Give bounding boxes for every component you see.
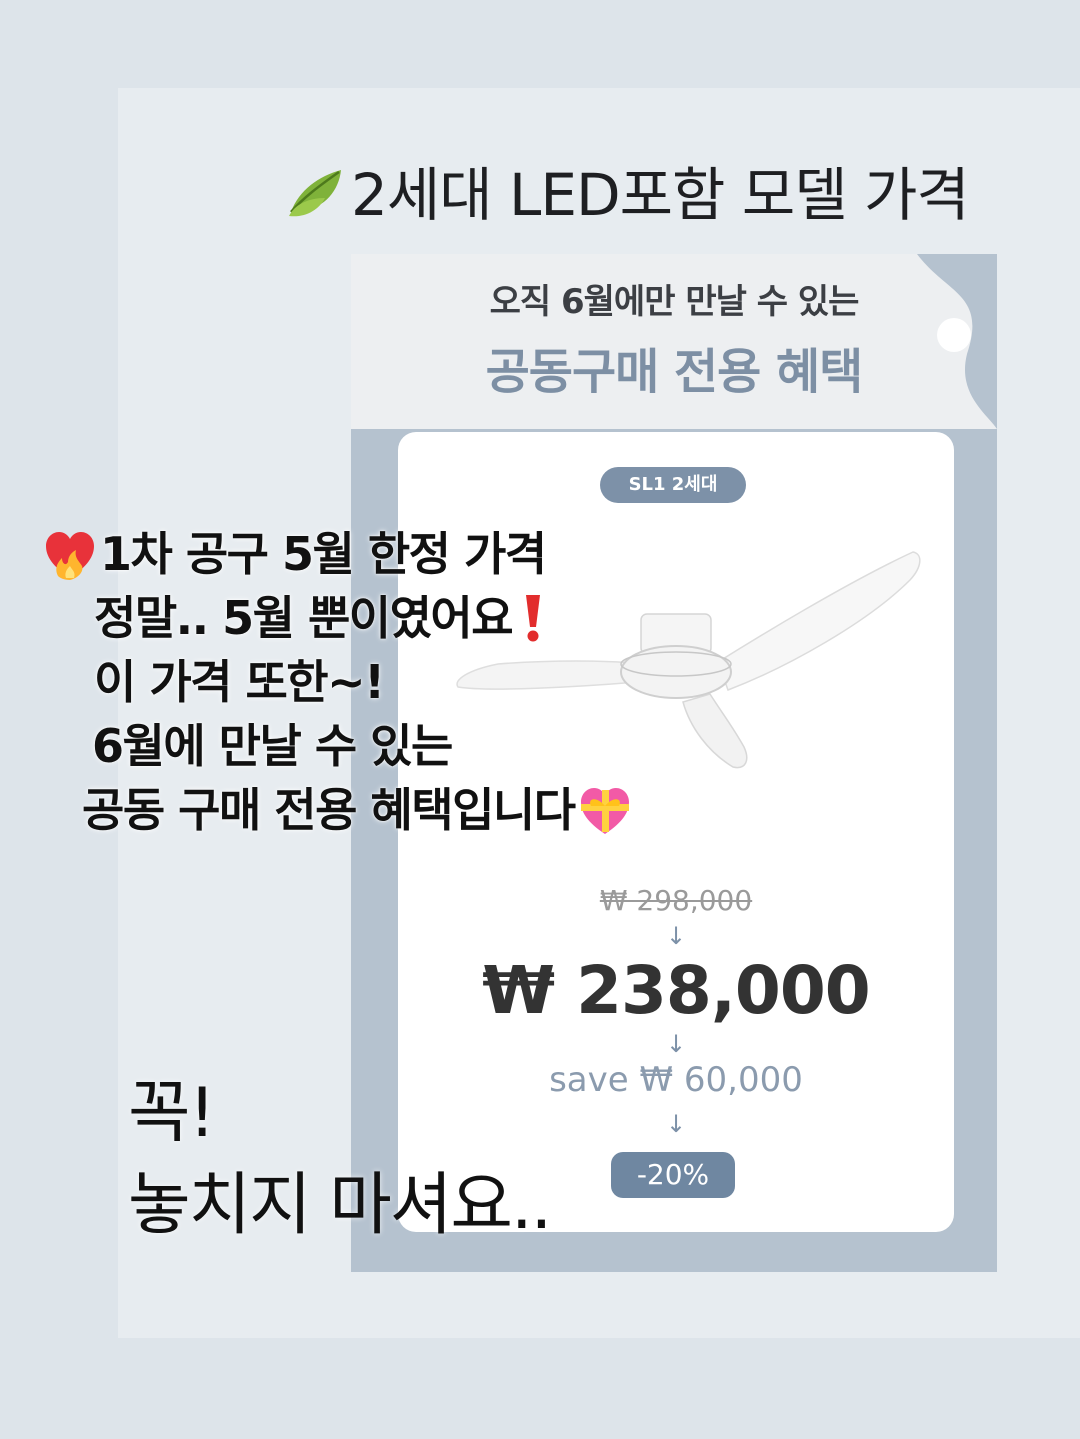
- down-arrow-icon: ↓: [665, 922, 687, 950]
- model-badge: SL1 2세대: [600, 467, 746, 503]
- page-title: 2세대 LED포함 모델 가격: [351, 161, 970, 229]
- closing-line-2: 놓치지 마셔요..: [128, 1166, 552, 1245]
- overlay-line-4: 6월에 만날 수 있는: [42, 714, 635, 778]
- overlay-text: 공동 구매 전용 혜택입니다: [82, 783, 576, 837]
- page-header: 2세대 LED포함 모델 가격: [285, 150, 970, 230]
- overlay-text: 정말.. 5월 뿐이였어요: [94, 591, 514, 645]
- overlay-text: 이 가격 또한~!: [94, 655, 385, 709]
- closing-line-1: 꼭!: [128, 1074, 216, 1153]
- overlay-line-1: 1차 공구 5월 한정 가격: [42, 522, 635, 586]
- leaf-icon: [289, 170, 341, 217]
- overlay-message: 1차 공구 5월 한정 가격 정말.. 5월 뿐이였어요 이 가격 또한~! 6…: [42, 522, 635, 842]
- overlay-line-3: 이 가격 또한~!: [42, 650, 635, 714]
- overlay-text: 6월에 만날 수 있는: [92, 719, 453, 773]
- promo-title: 공동구매 전용 혜택: [485, 344, 864, 400]
- burning-heart-icon: [46, 532, 94, 580]
- overlay-line-5: 공동 구매 전용 혜택입니다: [42, 778, 635, 842]
- sale-price: ₩ 238,000: [482, 952, 870, 1029]
- down-arrow-icon: ↓: [665, 1030, 687, 1058]
- red-exclamation-icon: [526, 595, 541, 642]
- discount-badge: -20%: [611, 1152, 735, 1198]
- promo-subtitle: 오직 6월에만 만날 수 있는: [489, 282, 860, 322]
- original-price: ₩ 298,000: [599, 884, 753, 917]
- overlay-line-2: 정말.. 5월 뿐이였어요: [42, 586, 635, 650]
- heart-with-ribbon-icon: [580, 788, 629, 834]
- closing-message: 꼭! 놓치지 마셔요..: [128, 1068, 552, 1252]
- overlay-text: 1차 공구 5월 한정 가격: [100, 527, 547, 581]
